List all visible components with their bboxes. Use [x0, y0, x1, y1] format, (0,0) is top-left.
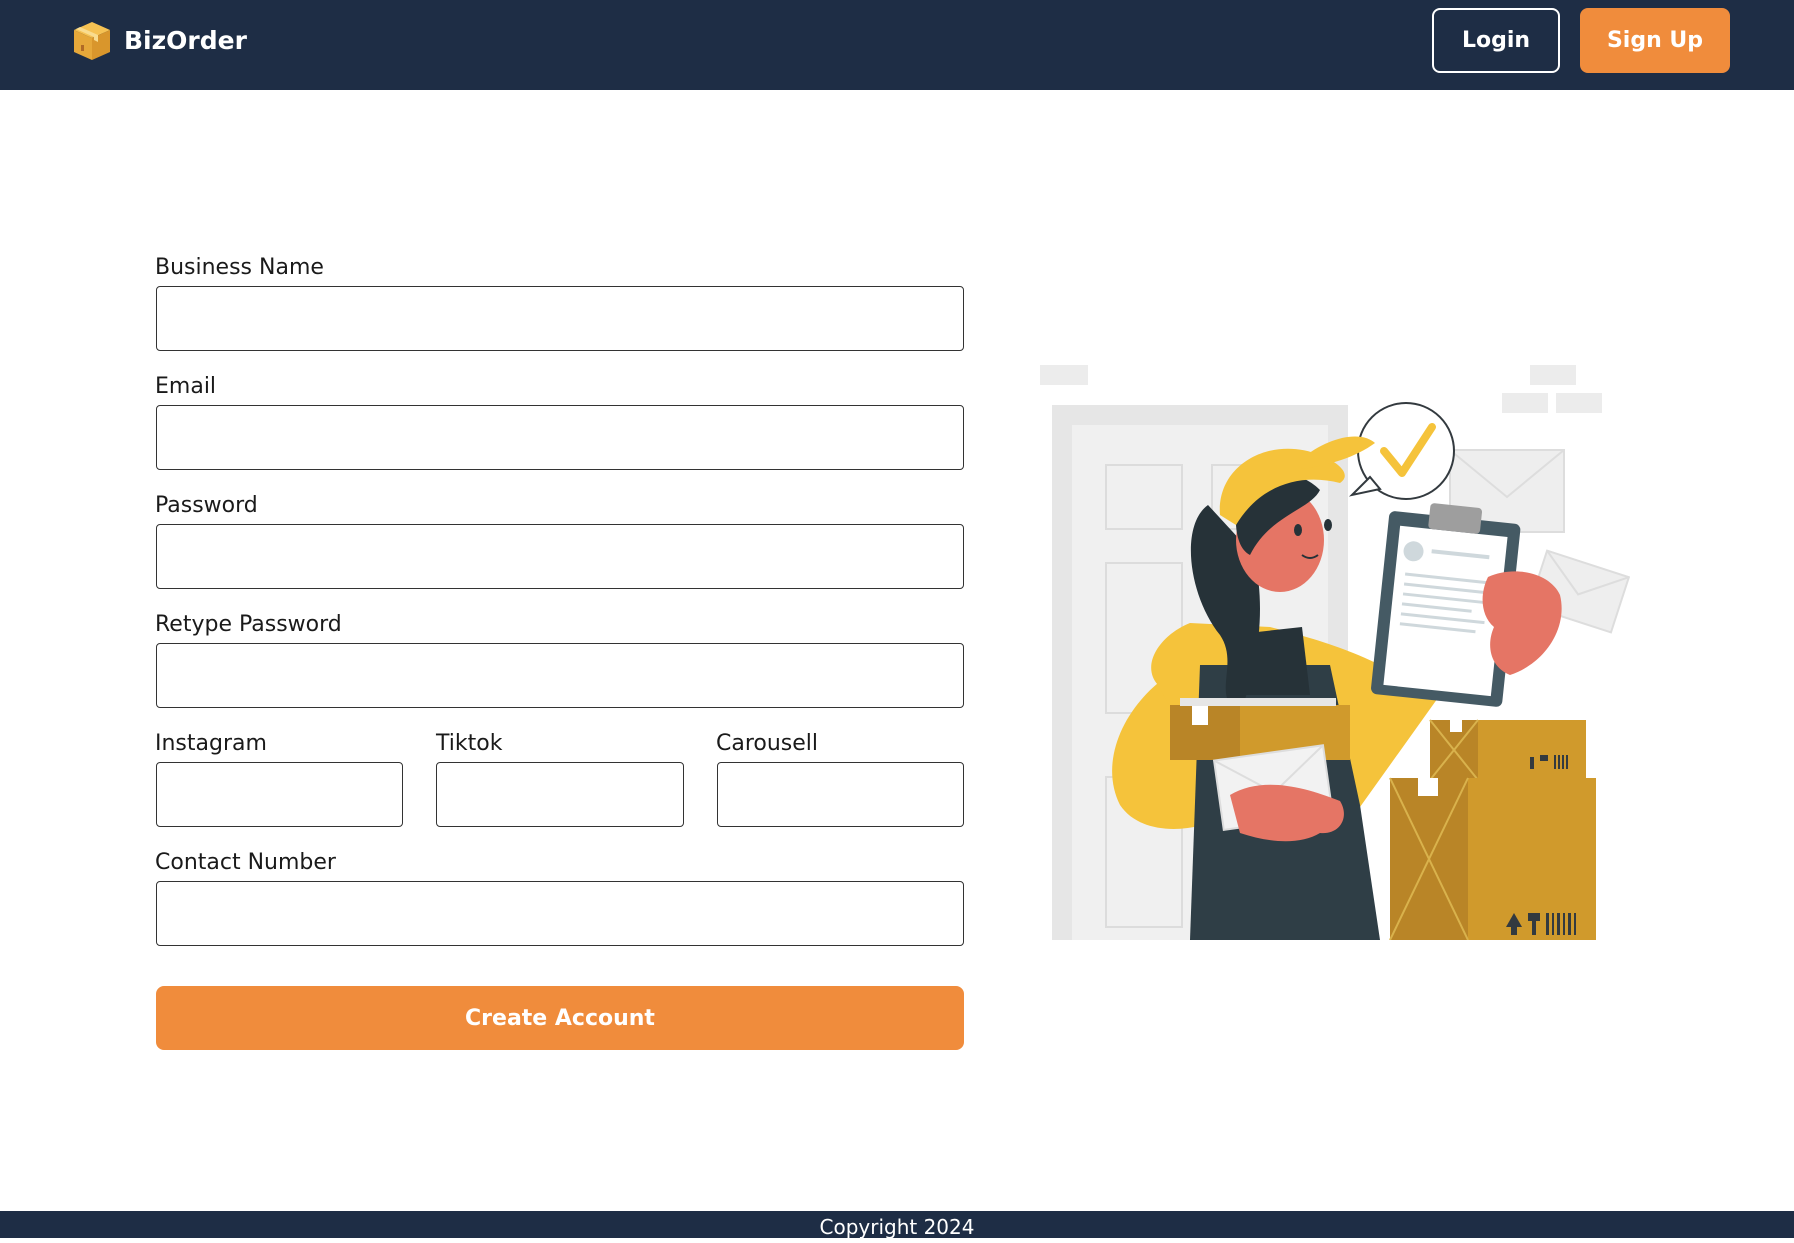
- contact-number-label: Contact Number: [155, 850, 336, 875]
- password-input[interactable]: [156, 524, 964, 589]
- retype-password-label: Retype Password: [155, 612, 342, 637]
- signup-button[interactable]: Sign Up: [1580, 8, 1730, 73]
- email-input[interactable]: [156, 405, 964, 470]
- password-label: Password: [155, 493, 258, 518]
- retype-password-input[interactable]: [156, 643, 964, 708]
- business-name-input[interactable]: [156, 286, 964, 351]
- instagram-input[interactable]: [156, 762, 403, 827]
- footer: Copyright 2024: [0, 1211, 1794, 1239]
- package-box-icon: [74, 22, 110, 60]
- tiktok-input[interactable]: [436, 762, 684, 827]
- login-button[interactable]: Login: [1432, 8, 1560, 73]
- top-navbar: BizOrder Login Sign Up: [0, 0, 1794, 90]
- business-name-label: Business Name: [155, 255, 324, 280]
- create-account-button[interactable]: Create Account: [156, 986, 964, 1050]
- carousell-input[interactable]: [717, 762, 964, 827]
- tiktok-label: Tiktok: [436, 731, 503, 756]
- brand-name: BizOrder: [124, 25, 247, 55]
- brand[interactable]: BizOrder: [70, 18, 247, 62]
- copyright-text: Copyright 2024: [819, 1215, 975, 1239]
- instagram-label: Instagram: [155, 731, 267, 756]
- delivery-woman-illustration: [1040, 365, 1630, 940]
- carousell-label: Carousell: [716, 731, 819, 756]
- contact-number-input[interactable]: [156, 881, 964, 946]
- email-label: Email: [155, 374, 217, 399]
